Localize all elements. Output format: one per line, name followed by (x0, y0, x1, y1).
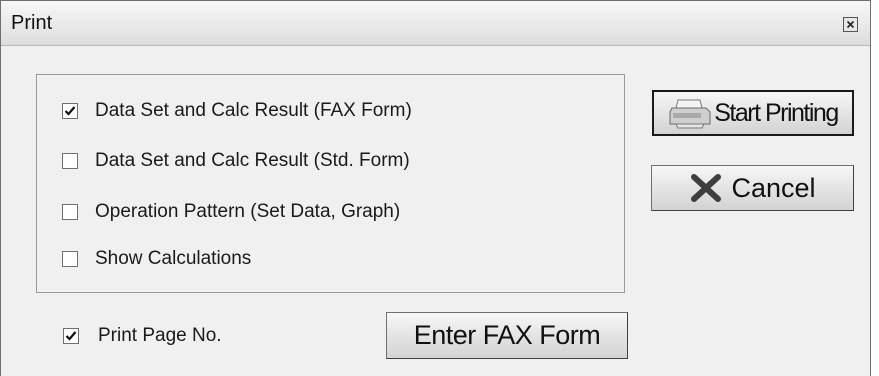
print-page-no-label: Print Page No. (98, 325, 222, 346)
option-std-form-checkbox[interactable] (62, 153, 78, 169)
option-operation-pattern-label: Operation Pattern (Set Data, Graph) (95, 201, 401, 222)
title-bar: Print (1, 1, 870, 46)
checkmark-icon (64, 106, 76, 116)
enter-fax-form-label: Enter FAX Form (413, 320, 601, 350)
option-operation-pattern[interactable]: Operation Pattern (Set Data, Graph) (62, 201, 400, 223)
option-fax-form[interactable]: Data Set and Calc Result (FAX Form) (62, 100, 412, 122)
option-show-calculations[interactable]: Show Calculations (62, 248, 251, 270)
window-title: Print (11, 12, 53, 34)
option-std-form[interactable]: Data Set and Calc Result (Std. Form) (62, 150, 410, 172)
checkmark-icon (65, 331, 77, 341)
close-button[interactable] (843, 17, 858, 32)
print-page-no[interactable]: Print Page No. (63, 325, 222, 347)
start-printing-label: Start Printing (714, 98, 839, 127)
option-fax-form-checkbox[interactable] (62, 103, 78, 119)
option-show-calculations-checkbox[interactable] (62, 251, 78, 267)
close-icon (846, 20, 855, 29)
x-icon (691, 174, 722, 202)
option-fax-form-label: Data Set and Calc Result (FAX Form) (95, 100, 412, 121)
option-operation-pattern-checkbox[interactable] (62, 204, 78, 220)
option-show-calculations-label: Show Calculations (95, 248, 252, 269)
enter-fax-form-button[interactable]: Enter FAX Form (386, 312, 628, 359)
start-printing-button[interactable]: Start Printing (652, 90, 854, 136)
printer-icon (669, 99, 711, 129)
print-dialog: Print Data Set and Calc Result (FAX Form… (0, 0, 871, 376)
cancel-label: Cancel (731, 172, 816, 203)
option-std-form-label: Data Set and Calc Result (Std. Form) (95, 150, 410, 171)
cancel-button[interactable]: Cancel (651, 165, 854, 211)
print-page-no-checkbox[interactable] (63, 328, 79, 344)
